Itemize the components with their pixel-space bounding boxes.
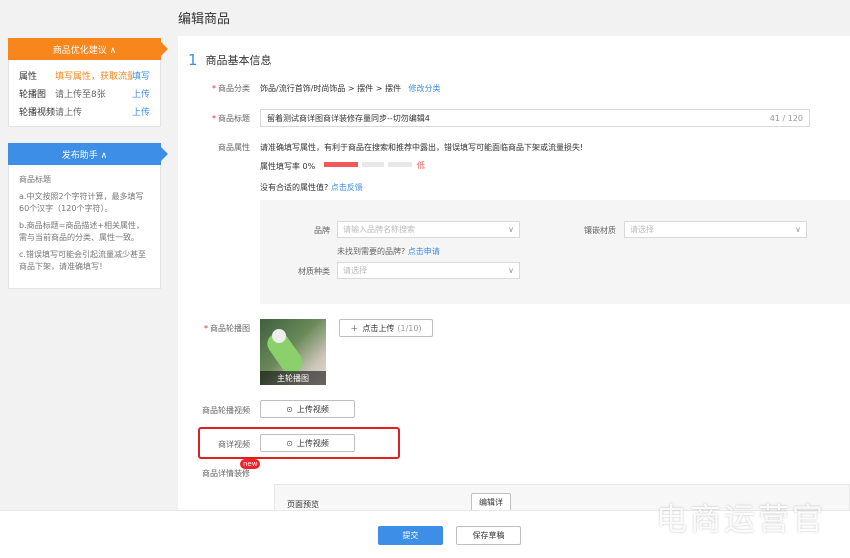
opt-value: 请上传 (55, 107, 83, 118)
publish-helper-toggle[interactable]: 发布助手 ∧ (8, 143, 168, 165)
chevron-down-icon: ∨ (795, 225, 801, 234)
inlay-placeholder: 请选择 (630, 225, 654, 234)
save-draft-button[interactable]: 保存草稿 (456, 526, 521, 545)
attributes-hint: 请准确填写属性，有利于商品在搜索和推荐中露出，错误填写可能面临商品下架或流量损失… (260, 143, 584, 152)
sidebar: 商品优化建议 ∧ 属性 填写属性，获取流量 填写 轮播图 请上传至8张 上传 轮… (8, 38, 168, 289)
fill-rate-progress (324, 162, 412, 167)
title-label-text: 商品标题 (218, 114, 250, 123)
fill-rate-label: 属性填写率 0% (260, 162, 316, 171)
upload-label: 点击上传 (362, 323, 395, 333)
section-title: 商品基本信息 (205, 54, 272, 67)
inlay-label: 镶嵌材质 (584, 226, 616, 235)
category-path-text: 饰品/流行首饰/时尚饰品 > 摆件 > 摆件 (260, 84, 401, 93)
opt-upload-link[interactable]: 上传 (132, 87, 150, 100)
opt-upload-link[interactable]: 上传 (132, 105, 150, 118)
change-category-link[interactable]: 修改分类 (409, 84, 441, 93)
section-header: 1 商品基本信息 (188, 51, 272, 69)
main-form: 1 商品基本信息 * 商品分类 饰品/流行首饰/时尚饰品 > 摆件 > 摆件 修改… (178, 36, 850, 512)
fill-rate-level: 低 (417, 161, 425, 170)
category-label: * 商品分类 (180, 83, 250, 94)
required-mark: * (212, 114, 216, 123)
brand-missing: 未找到需要的品牌? 点击申请 (337, 246, 440, 257)
plus-icon: ＋ (350, 323, 359, 333)
progress-divider (384, 162, 388, 167)
upload-video-label: 上传视频 (296, 404, 329, 414)
fill-rate-fill (324, 162, 358, 167)
title-input-value: 留着测试商详图商详装修存量同步--切勿编辑4 (267, 113, 430, 123)
submit-button[interactable]: 提交 (378, 526, 443, 545)
attribute-box: 品牌 请输入品牌名称搜索 ∨ 未找到需要的品牌? 点击申请 材质种类 请选择 ∨… (260, 200, 850, 304)
helper-heading: 商品标题 (19, 175, 51, 184)
feedback-question: 没有合适的属性值? (260, 183, 329, 192)
page-title: 编辑商品 (178, 12, 231, 27)
helper-body: 商品标题 a.中文按照2个字符计算，最多填写60个汉字（120个字符）。 b.商… (8, 165, 161, 289)
opt-key: 轮播视频 (19, 107, 56, 118)
opt-key: 轮播图 (19, 89, 47, 100)
watermark: 电商运营官 (656, 502, 826, 538)
carousel-label: * 商品轮播图 (180, 323, 250, 334)
brand-placeholder: 请输入品牌名称搜索 (343, 225, 415, 234)
publish-helper-panel: 发布助手 ∧ 商品标题 a.中文按照2个字符计算，最多填写60个汉字（120个字… (8, 143, 168, 289)
detail-decor-label: 商品详情装修 (202, 469, 250, 478)
play-circle-icon: ⊙ (286, 404, 293, 414)
required-mark: * (212, 84, 216, 93)
opt-value: 请上传至8张 (55, 89, 106, 100)
brand-select[interactable]: 请输入品牌名称搜索 ∨ (337, 221, 520, 238)
chevron-down-icon: ∨ (508, 225, 514, 234)
helper-tip: b.商品标题=商品描述+相关属性，需与当前商品的分类、属性一致。 (19, 221, 145, 242)
progress-divider (358, 162, 362, 167)
opt-row-carousel: 轮播图 请上传至8张 上传 (9, 84, 160, 102)
chevron-down-icon: ∨ (508, 266, 514, 275)
helper-tip: a.中文按照2个字符计算，最多填写60个汉字（120个字符）。 (19, 192, 144, 213)
carousel-video-upload-button[interactable]: ⊙ 上传视频 (260, 400, 355, 418)
carousel-upload-button[interactable]: ＋ 点击上传 (1/10) (339, 319, 433, 337)
optimization-list: 属性 填写属性，获取流量 填写 轮播图 请上传至8张 上传 轮播视频 请上传 上… (8, 60, 161, 127)
carousel-label-text: 商品轮播图 (210, 324, 250, 333)
feedback-link[interactable]: 点击反馈 (331, 183, 363, 192)
page-preview-label: 页面预览 (287, 500, 319, 509)
helper-tip: c.错误填写可能会引起流量减少甚至商品下架，请准确填写！ (19, 250, 146, 271)
detail-video-upload-button[interactable]: ⊙ 上传视频 (260, 434, 355, 452)
opt-row-video: 轮播视频 请上传 上传 (9, 102, 160, 120)
play-circle-icon: ⊙ (286, 438, 293, 448)
attribute-feedback: 没有合适的属性值? 点击反馈 (260, 182, 363, 193)
opt-row-attributes: 属性 填写属性，获取流量 填写 (9, 66, 160, 84)
opt-key: 属性 (19, 71, 38, 82)
product-image-shape (272, 329, 286, 343)
brand-apply-link[interactable]: 点击申请 (408, 247, 440, 256)
attributes-label: 商品属性 (218, 143, 250, 152)
material-placeholder: 请选择 (343, 266, 367, 275)
optimization-panel: 商品优化建议 ∧ 属性 填写属性，获取流量 填写 轮播图 请上传至8张 上传 轮… (8, 38, 168, 127)
edit-detail-button[interactable]: 编辑详 (471, 493, 511, 511)
category-path: 饰品/流行首饰/时尚饰品 > 摆件 > 摆件 修改分类 (260, 83, 441, 94)
required-mark: * (204, 324, 208, 333)
category-label-text: 商品分类 (218, 84, 250, 93)
title-input[interactable]: 留着测试商详图商详装修存量同步--切勿编辑4 41 / 120 (260, 109, 810, 127)
upload-video-label: 上传视频 (296, 438, 329, 448)
title-char-count: 41 / 120 (769, 113, 803, 123)
opt-value: 填写属性，获取流量 (55, 71, 132, 82)
brand-label: 品牌 (314, 226, 330, 235)
upload-count: (1/10) (397, 323, 422, 333)
carousel-video-label: 商品轮播视频 (202, 406, 250, 415)
detail-video-label: 商详视频 (218, 440, 250, 449)
material-label: 材质种类 (298, 267, 330, 276)
section-number: 1 (188, 51, 198, 69)
optimization-panel-toggle[interactable]: 商品优化建议 ∧ (8, 38, 168, 60)
main-image-caption: 主轮播图 (260, 371, 326, 385)
opt-fill-link[interactable]: 填写 (132, 69, 150, 82)
inlay-select[interactable]: 请选择 ∨ (624, 221, 807, 238)
material-select[interactable]: 请选择 ∨ (337, 262, 520, 279)
carousel-thumbnail[interactable]: 主轮播图 (260, 319, 326, 385)
brand-missing-text: 未找到需要的品牌? (337, 247, 406, 256)
title-label: * 商品标题 (180, 113, 250, 124)
